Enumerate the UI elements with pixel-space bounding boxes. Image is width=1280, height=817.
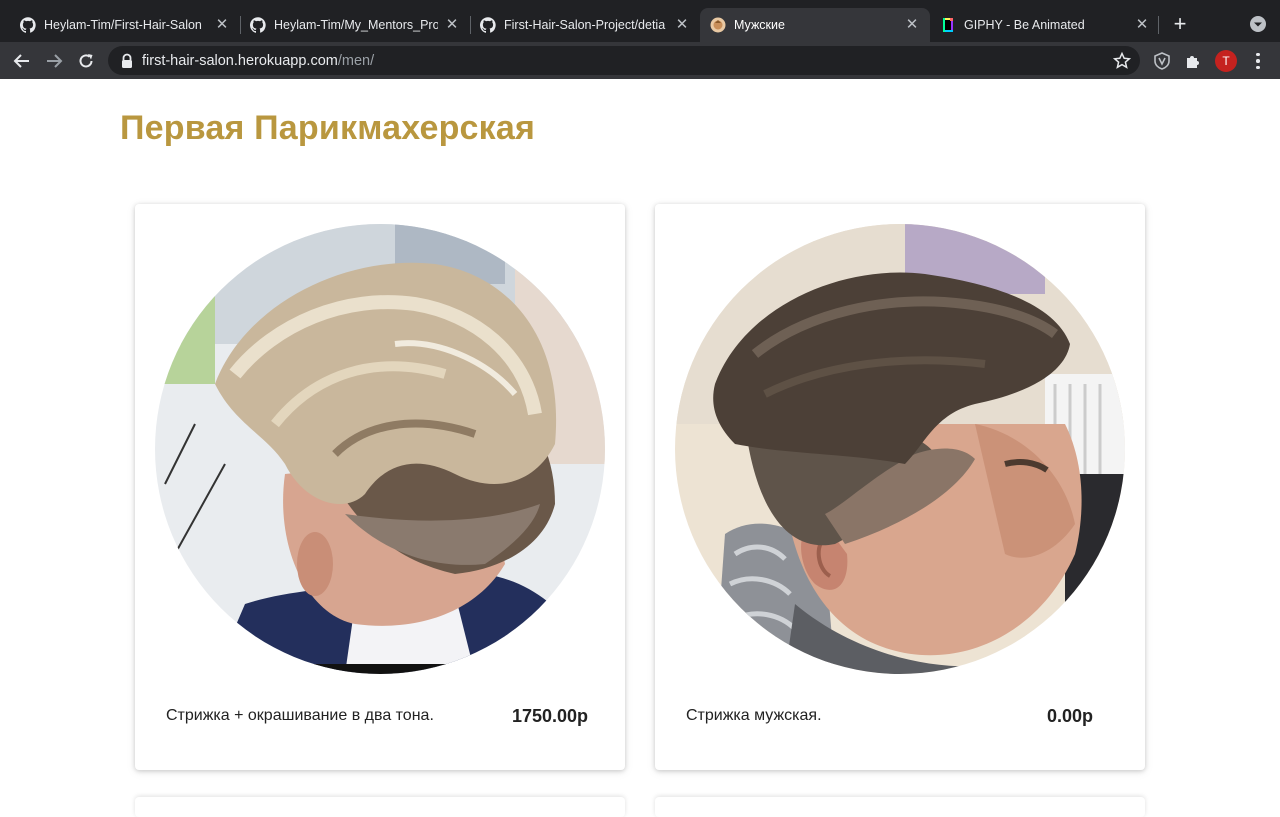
github-icon	[20, 17, 36, 33]
tab-title: Мужские	[734, 18, 785, 32]
github-icon	[480, 17, 496, 33]
tab-strip: Heylam-Tim/First-Hair-Salon ✕ Heylam-Tim…	[0, 0, 1280, 42]
extensions-puzzle-icon[interactable]	[1182, 50, 1204, 72]
close-icon[interactable]: ✕	[904, 17, 920, 33]
service-card[interactable]	[655, 797, 1145, 817]
service-price: 1750.00р	[511, 706, 588, 726]
tab-muzhskie[interactable]: Мужские ✕	[700, 8, 930, 42]
address-bar[interactable]: first-hair-salon.herokuapp.com/men/	[108, 46, 1140, 75]
close-icon[interactable]: ✕	[214, 17, 230, 33]
tab-title: GIPHY - Be Animated	[964, 18, 1085, 32]
service-price: 0.00р	[1046, 706, 1093, 726]
close-icon[interactable]: ✕	[674, 17, 690, 33]
page-content: Первая Парикмахерская Стрижка + окрашива…	[0, 79, 1280, 817]
github-icon	[250, 17, 266, 33]
tab-github-my-mentors[interactable]: Heylam-Tim/My_Mentors_Pro ✕	[240, 8, 470, 42]
bookmark-star-icon[interactable]	[1112, 51, 1132, 71]
service-card[interactable]: Стрижка + окрашивание в два тона. 1750.0…	[135, 204, 625, 770]
back-icon[interactable]	[10, 49, 34, 73]
service-card[interactable]: Стрижка мужская. 0.00р	[655, 204, 1145, 770]
tab-divider	[1158, 16, 1159, 34]
service-card[interactable]	[135, 797, 625, 817]
close-icon[interactable]: ✕	[444, 17, 460, 33]
browser-toolbar: first-hair-salon.herokuapp.com/men/ T	[0, 42, 1280, 79]
giphy-icon	[940, 17, 956, 33]
tab-title: Heylam-Tim/First-Hair-Salon	[44, 18, 202, 32]
service-name: Стрижка мужская.	[686, 707, 822, 724]
site-title[interactable]: Первая Парикмахерская	[120, 109, 535, 148]
reload-icon[interactable]	[74, 49, 98, 73]
tab-search-icon[interactable]	[1248, 14, 1268, 34]
tab-giphy[interactable]: GIPHY - Be Animated ✕	[930, 8, 1160, 42]
lock-icon[interactable]	[120, 53, 134, 69]
url-path: /men/	[337, 53, 375, 69]
new-tab-button[interactable]: +	[1168, 12, 1192, 36]
blond-two-tone-haircut-photo	[155, 224, 605, 674]
tab-title: Heylam-Tim/My_Mentors_Pro	[274, 18, 438, 32]
service-name: Стрижка + окрашивание в два тона.	[166, 707, 434, 724]
url-text: first-hair-salon.herokuapp.com/men/	[142, 53, 374, 69]
salon-favicon-icon	[710, 17, 726, 33]
tab-github-project[interactable]: First-Hair-Salon-Project/detia ✕	[470, 8, 700, 42]
mens-haircut-photo	[675, 224, 1125, 674]
browser-menu-icon[interactable]	[1250, 50, 1266, 72]
forward-icon[interactable]	[42, 49, 66, 73]
tab-github-first-hair-salon[interactable]: Heylam-Tim/First-Hair-Salon ✕	[10, 8, 240, 42]
shield-extension-icon[interactable]	[1151, 50, 1173, 72]
tab-title: First-Hair-Salon-Project/detia	[504, 18, 666, 32]
close-icon[interactable]: ✕	[1134, 17, 1150, 33]
profile-avatar[interactable]: T	[1215, 50, 1237, 72]
url-host: first-hair-salon.herokuapp.com	[142, 53, 338, 69]
